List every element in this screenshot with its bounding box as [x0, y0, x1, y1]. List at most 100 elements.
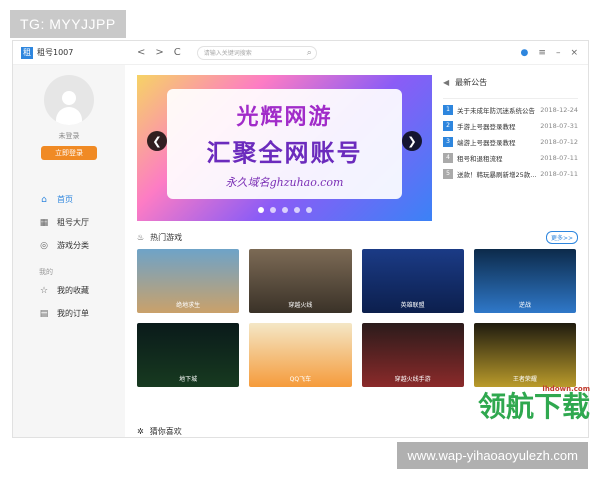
game-tile[interactable]: QQ飞车: [249, 323, 352, 387]
sidebar-item-orders[interactable]: ▤ 我的订单: [13, 302, 125, 325]
banner-dot[interactable]: [293, 207, 300, 213]
game-tile[interactable]: 穿越火线: [249, 249, 352, 313]
notice-row[interactable]: 2 手游上号器登录教程 2018-07-31: [443, 121, 578, 131]
game-tile[interactable]: 地下城: [137, 323, 240, 387]
sidebar-item-hall[interactable]: ▦ 租号大厅: [13, 211, 125, 234]
fire-icon: ♨: [137, 233, 145, 242]
notice-text: 关于未成年防沉迷系统公告: [457, 107, 535, 115]
notice-row[interactable]: 5 送款！韩玩暴刷新增25款... 2018-07-11: [443, 169, 578, 179]
logo-icon: 租: [21, 46, 33, 59]
promo-banner[interactable]: 光辉网游 汇聚全网账号 永久域名ghzuhao.com ❮ ❯: [137, 75, 432, 221]
notice-text: 手游上号器登录教程: [457, 123, 516, 131]
back-button[interactable]: <: [137, 47, 145, 58]
notice-title: 最新公告: [455, 78, 488, 87]
sidebar-item-label: 我的收藏: [57, 286, 89, 295]
game-tile[interactable]: 逆战: [473, 249, 576, 313]
notice-row[interactable]: 1 关于未成年防沉迷系统公告 2018-12-24: [443, 105, 578, 115]
sidebar-item-label: 游戏分类: [57, 241, 89, 250]
notice-number: 3: [443, 137, 453, 147]
category-icon: ◎: [40, 240, 48, 251]
banner-dot[interactable]: [305, 207, 312, 213]
sidebar: 未登录 立即登录 ⌂ 首页 ▦ 租号大厅 ◎ 游戏分类 我的 ☆ 我的收藏 ▤ …: [13, 65, 125, 437]
star-icon: ☆: [39, 285, 49, 296]
game-tile[interactable]: 绝地求生: [137, 249, 240, 313]
login-button[interactable]: 立即登录: [41, 146, 97, 160]
game-tile[interactable]: 穿越火线手游: [361, 323, 464, 387]
sidebar-item-home[interactable]: ⌂ 首页: [13, 188, 125, 211]
banner-title: 光辉网游: [236, 104, 333, 130]
notice-date: 2018-12-24: [540, 106, 578, 114]
order-icon: ▤: [39, 308, 49, 319]
banner-prev-button[interactable]: ❮: [147, 131, 167, 151]
watermark-url: www.wap-yihaoaoyulezh.com: [397, 442, 588, 469]
main-content: 光辉网游 汇聚全网账号 永久域名ghzuhao.com ❮ ❯ ◀ 最新公告 1…: [125, 65, 588, 437]
search-placeholder: 请输入关键词搜索: [203, 50, 252, 57]
notice-date: 2018-07-31: [540, 122, 578, 130]
more-button[interactable]: 更多>>: [545, 231, 578, 244]
banner-subtitle: 汇聚全网账号: [206, 138, 363, 167]
sidebar-item-favorites[interactable]: ☆ 我的收藏: [13, 279, 125, 302]
banner-next-button[interactable]: ❯: [402, 131, 422, 151]
game-caption: 穿越火线: [288, 302, 313, 309]
app-logo: 租 租号1007: [21, 46, 131, 59]
sidebar-item-category[interactable]: ◎ 游戏分类: [13, 234, 125, 257]
gear-icon: ✲: [137, 427, 144, 436]
guess-header: ✲ 猜你喜欢: [137, 426, 182, 437]
minimize-button[interactable]: –: [556, 48, 561, 58]
mine-section-label: 我的: [39, 268, 53, 276]
sidebar-item-label: 我的订单: [57, 309, 89, 318]
menu-icon[interactable]: ≡: [538, 48, 546, 58]
notice-text: 租号和退租流程: [457, 155, 503, 163]
nav-buttons: < > C: [137, 47, 181, 58]
avatar[interactable]: [44, 75, 94, 125]
game-caption: 逆战: [518, 302, 531, 309]
banner-dot[interactable]: [257, 207, 264, 213]
game-caption: QQ飞车: [289, 376, 312, 383]
home-icon: ⌂: [41, 194, 47, 205]
notice-panel: ◀ 最新公告 1 关于未成年防沉迷系统公告 2018-12-24 2 手游上号器…: [443, 71, 578, 221]
notice-header: ◀ 最新公告: [443, 71, 578, 99]
game-caption: 英雄联盟: [400, 302, 425, 309]
app-name: 租号1007: [37, 48, 74, 57]
refresh-button[interactable]: C: [174, 47, 181, 58]
notice-text: 端游上号器登录教程: [457, 139, 516, 147]
notice-number: 1: [443, 105, 453, 115]
banner-inner: 光辉网游 汇聚全网账号 永久域名ghzuhao.com: [167, 89, 402, 199]
hall-icon: ▦: [39, 217, 49, 228]
megaphone-icon: ◀: [443, 78, 450, 87]
notice-row[interactable]: 4 租号和退租流程 2018-07-11: [443, 153, 578, 163]
notice-date: 2018-07-12: [540, 138, 578, 146]
login-status: 未登录: [58, 132, 80, 140]
title-bar: 租 租号1007 < > C 请输入关键词搜索 ⌕ ● ≡ – ×: [13, 41, 588, 65]
sidebar-item-label: 租号大厅: [57, 218, 89, 227]
notice-row[interactable]: 3 端游上号器登录教程 2018-07-12: [443, 137, 578, 147]
notice-date: 2018-07-11: [540, 154, 578, 162]
forward-button[interactable]: >: [155, 47, 163, 58]
game-caption: 地下城: [179, 376, 198, 383]
search-input[interactable]: 请输入关键词搜索 ⌕: [196, 45, 317, 60]
guess-title: 猜你喜欢: [149, 427, 182, 436]
hot-games-header: ♨ 热门游戏 更多>>: [137, 231, 578, 244]
watermark-name: 领航下载: [477, 390, 590, 423]
notice-number: 5: [443, 169, 453, 179]
window-controls: ● ≡ – ×: [521, 48, 578, 58]
watermark-top-left: TG: MYYJJPP: [10, 10, 126, 38]
banner-dot[interactable]: [281, 207, 288, 213]
sidebar-item-label: 首页: [57, 195, 73, 204]
banner-domain: 永久域名ghzuhao.com: [225, 175, 344, 189]
notice-number: 2: [443, 121, 453, 131]
banner-dot[interactable]: [269, 207, 276, 213]
game-caption: 王者荣耀: [512, 376, 537, 383]
user-icon[interactable]: ●: [521, 48, 529, 58]
banner-dots: [137, 207, 432, 213]
notice-date: 2018-07-11: [540, 170, 578, 178]
game-tile[interactable]: 王者荣耀: [473, 323, 576, 387]
game-tile[interactable]: 英雄联盟: [361, 249, 464, 313]
app-window: 租 租号1007 < > C 请输入关键词搜索 ⌕ ● ≡ – × 未登录 立即…: [12, 40, 589, 438]
notice-text: 送款！韩玩暴刷新增25款...: [457, 171, 537, 179]
game-caption: 绝地求生: [176, 302, 201, 309]
game-grid: 绝地求生 穿越火线 英雄联盟 逆战 地下城 QQ飞车 穿越火线手游 王者荣耀: [137, 249, 576, 387]
close-button[interactable]: ×: [570, 48, 578, 58]
search-icon[interactable]: ⌕: [307, 48, 312, 58]
site-watermark: lhdown.com 领航下载: [478, 385, 590, 421]
